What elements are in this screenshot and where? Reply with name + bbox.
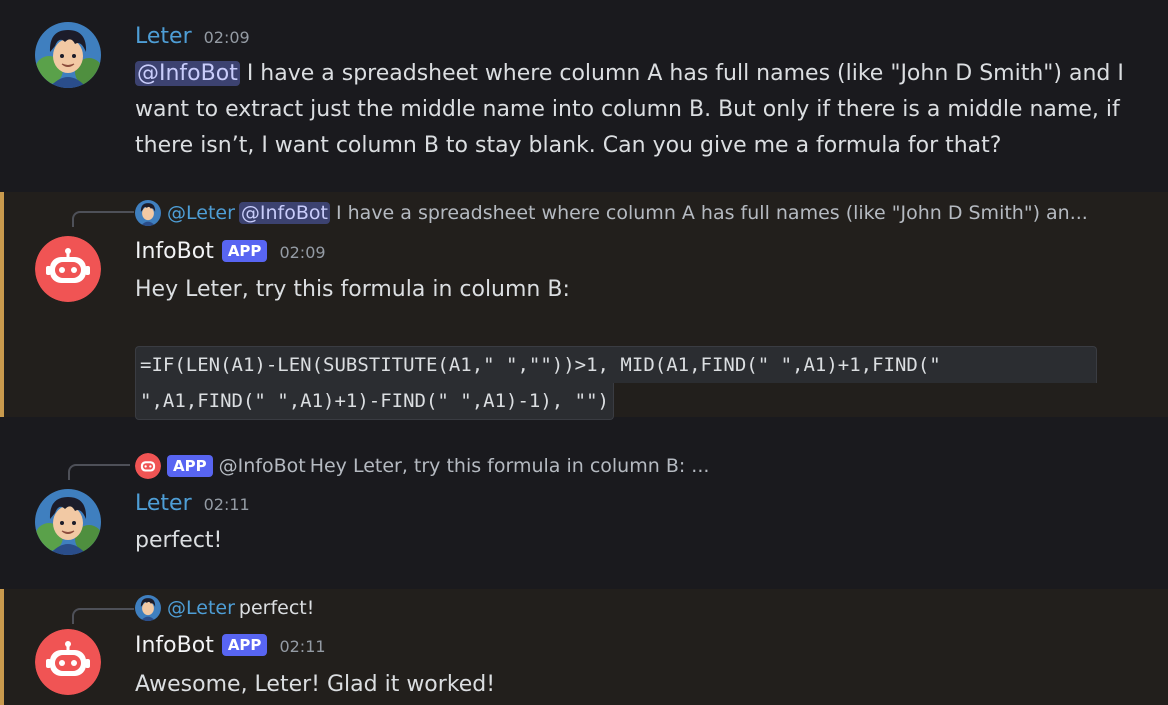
message-header: Leter 02:11 <box>135 491 250 516</box>
app-badge: APP <box>221 240 268 262</box>
reply-preview[interactable]: APP @InfoBot Hey Leter, try this formula… <box>135 453 1128 479</box>
username[interactable]: Leter <box>135 491 192 516</box>
message-content: @InfoBot I have a spreadsheet where colu… <box>135 56 1128 164</box>
reply-text: perfect! <box>238 597 315 619</box>
message-leter-1: Leter 02:09 @InfoBot I have a spreadshee… <box>0 0 1168 192</box>
robot-face-icon <box>35 629 101 695</box>
code-block[interactable]: =IF(LEN(A1)-LEN(SUBSTITUTE(A1," ",""))>1… <box>135 346 1097 420</box>
code-line: ",A1,FIND(" ",A1)+1)-FIND(" ",A1)-1), ""… <box>135 383 614 420</box>
reply-connector <box>68 464 130 480</box>
mini-user-avatar <box>135 200 161 226</box>
message-content: perfect! <box>135 528 223 553</box>
mini-user-avatar <box>135 595 161 621</box>
timestamp[interactable]: 02:11 <box>204 495 250 514</box>
bot-avatar[interactable] <box>35 236 101 302</box>
message-infobot-2: @Leter perfect! InfoBot APP 02:11 Awesom… <box>0 589 1168 705</box>
reply-connector <box>72 608 134 624</box>
reply-mention[interactable]: @InfoBot <box>238 202 330 224</box>
reply-author[interactable]: @InfoBot <box>219 455 306 477</box>
timestamp[interactable]: 02:11 <box>279 637 325 656</box>
reply-author[interactable]: @Leter <box>167 202 235 224</box>
message-text: I have a spreadsheet where column A has … <box>135 61 1124 158</box>
reply-author[interactable]: @Leter <box>167 597 235 619</box>
anime-boy-avatar-icon <box>135 595 161 621</box>
username[interactable]: InfoBot <box>135 633 214 658</box>
reply-preview[interactable]: @Leter @InfoBot I have a spreadsheet whe… <box>135 200 1128 226</box>
username[interactable]: InfoBot <box>135 239 214 264</box>
message-content: Awesome, Leter! Glad it worked! <box>135 672 496 697</box>
app-badge: APP <box>167 455 213 477</box>
message-leter-2: APP @InfoBot Hey Leter, try this formula… <box>0 417 1168 589</box>
message-header: Leter 02:09 <box>135 24 250 49</box>
mention[interactable]: @InfoBot <box>135 61 240 86</box>
reply-connector <box>72 211 134 227</box>
reply-text: Hey Leter, try this formula in column B:… <box>309 455 710 477</box>
robot-face-icon <box>35 236 101 302</box>
anime-boy-avatar-icon <box>35 489 101 555</box>
anime-boy-avatar-icon <box>35 22 101 88</box>
message-infobot-1: @Leter @InfoBot I have a spreadsheet whe… <box>0 192 1168 420</box>
message-header: InfoBot APP 02:09 <box>135 239 326 264</box>
user-avatar[interactable] <box>35 489 101 555</box>
app-badge: APP <box>221 634 268 656</box>
reply-preview[interactable]: @Leter perfect! <box>135 595 1128 621</box>
user-avatar[interactable] <box>35 22 101 88</box>
bot-avatar[interactable] <box>35 629 101 695</box>
mini-bot-avatar <box>135 453 161 479</box>
message-content: Hey Leter, try this formula in column B: <box>135 277 570 302</box>
timestamp[interactable]: 02:09 <box>204 28 250 47</box>
reply-text: I have a spreadsheet where column A has … <box>335 202 1088 224</box>
username[interactable]: Leter <box>135 24 192 49</box>
message-header: InfoBot APP 02:11 <box>135 633 326 658</box>
robot-face-icon <box>135 453 161 479</box>
timestamp[interactable]: 02:09 <box>279 243 325 262</box>
code-line: =IF(LEN(A1)-LEN(SUBSTITUTE(A1," ",""))>1… <box>135 346 1097 383</box>
anime-boy-avatar-icon <box>135 200 161 226</box>
